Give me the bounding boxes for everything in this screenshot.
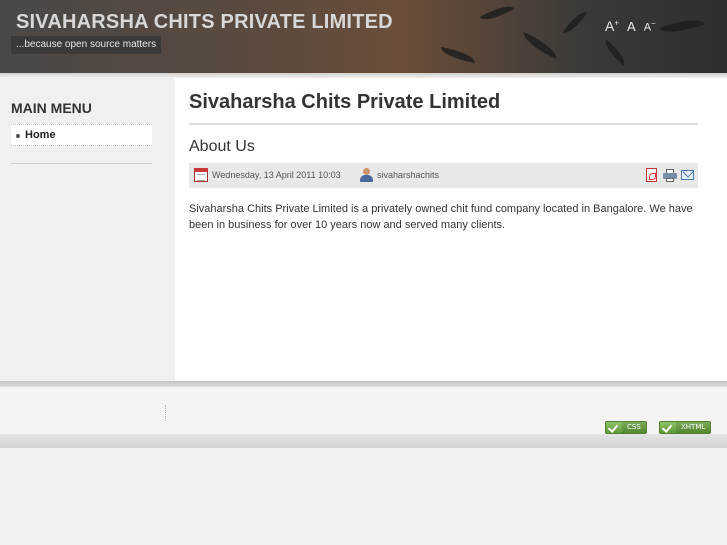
header-foliage-decoration [659,12,705,40]
sidebar-item-home[interactable]: Home [11,124,152,146]
check-icon [660,422,676,433]
bullet-icon [16,134,20,138]
site-slogan: ...because open source matters [11,36,162,54]
font-decrease-button[interactable]: A− [644,19,656,34]
article-meta-bar: Wednesday, 13 April 2011 10:03 sivaharsh… [189,163,698,188]
footer-shadow [0,434,727,448]
page-title: Sivaharsha Chits Private Limited [189,91,501,113]
header-foliage-decoration [479,0,515,26]
page-background [0,448,727,545]
user-icon [360,168,373,182]
footer-divider [165,405,166,421]
sidebar: MAIN MENU Home [0,78,175,381]
menu-divider [11,163,152,164]
badge-label: CSS [622,422,646,433]
main-content: Sivaharsha Chits Private Limited About U… [175,78,727,381]
print-icon[interactable] [663,169,677,182]
main-menu-title: MAIN MENU [11,100,92,116]
pdf-icon[interactable] [646,168,657,182]
badge-label: XHTML [676,422,711,433]
font-size-tools: A+ A A− [605,18,656,34]
site-footer: CSS XHTML [0,387,727,434]
header-foliage-decoration [562,7,588,38]
site-title[interactable]: SIVAHARSHA CHITS PRIVATE LIMITED [16,11,393,34]
calendar-icon [194,168,208,182]
article-body: Sivaharsha Chits Private Limited is a pr… [189,203,693,231]
email-icon[interactable] [681,170,694,180]
check-icon [606,422,622,433]
header-foliage-decoration [519,32,561,59]
header-foliage-decoration [439,46,477,64]
xhtml-valid-badge[interactable]: XHTML [659,421,712,434]
header-foliage-decoration [600,39,630,66]
sidebar-item-label[interactable]: Home [25,129,56,141]
font-increase-button[interactable]: A+ [605,18,619,34]
title-divider [189,123,698,125]
article-author: sivaharshachits [377,170,440,180]
font-reset-button[interactable]: A [627,19,636,34]
article-date: Wednesday, 13 April 2011 10:03 [212,170,341,180]
article-title[interactable]: About Us [189,138,255,156]
css-valid-badge[interactable]: CSS [605,421,647,434]
site-header: SIVAHARSHA CHITS PRIVATE LIMITED ...beca… [0,0,727,73]
